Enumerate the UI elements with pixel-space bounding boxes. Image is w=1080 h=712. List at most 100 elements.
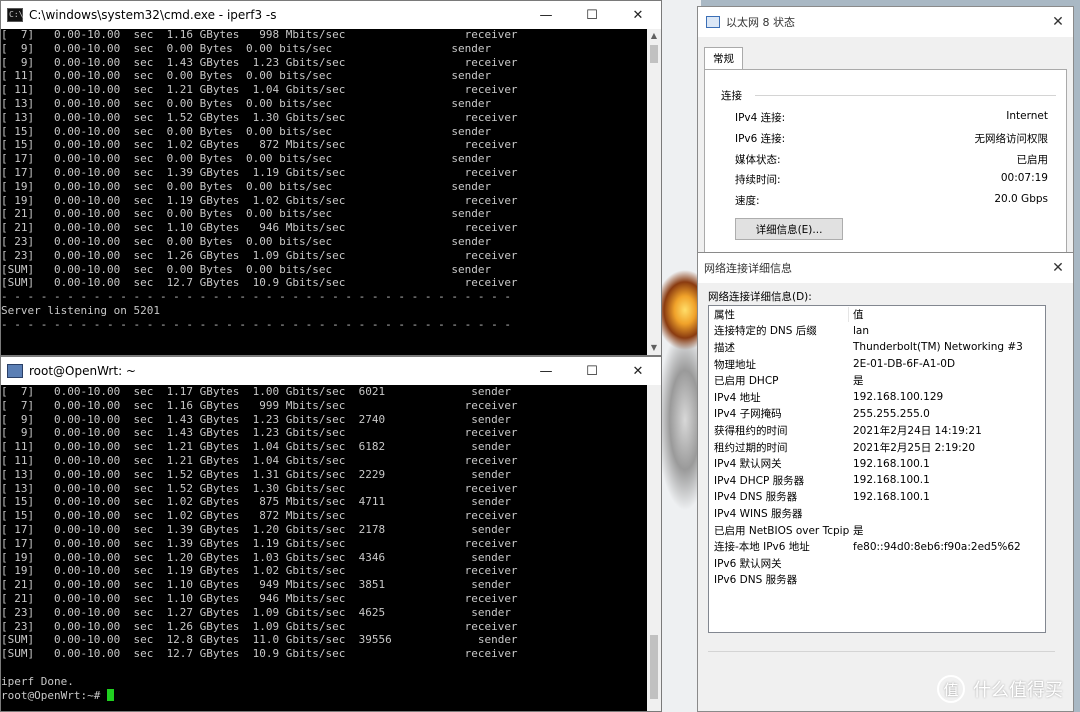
details-row[interactable]: 连接特定的 DNS 后缀 lan: [709, 323, 1045, 340]
putty-icon: [7, 364, 23, 378]
details-row-property: IPv4 默认网关: [714, 458, 782, 471]
scrollbar-thumb[interactable]: [650, 635, 658, 699]
details-caption: 网络连接详细信息(D):: [708, 291, 812, 303]
details-row-property: 连接-本地 IPv6 地址: [714, 541, 810, 554]
connection-group-label: 连接: [721, 90, 742, 102]
tab-general[interactable]: 常规: [704, 47, 743, 69]
watermark-text: 什么值得买: [973, 680, 1063, 701]
scroll-up-arrow-icon[interactable]: ▲: [647, 29, 661, 43]
details-row[interactable]: 已启用 DHCP 是: [709, 372, 1045, 389]
status-tabs: 常规: [704, 47, 743, 69]
console-line: [ 9] 0.00-10.00 sec 1.43 GBytes 1.23 Gbi…: [1, 412, 511, 426]
status-row: 持续时间: 00:07:19: [735, 172, 1048, 188]
status-row-label: 持续时间:: [735, 174, 781, 186]
network-icon: [706, 16, 720, 28]
scrollbar-thumb[interactable]: [650, 45, 658, 63]
details-row[interactable]: 连接-本地 IPv6 地址 fe80::94d0:8eb6:f90a:2ed5%6…: [709, 538, 1045, 555]
details-bottom-divider: [708, 651, 1055, 652]
details-row-property: IPv4 子网掩码: [714, 408, 782, 421]
close-button[interactable]: ✕: [1043, 14, 1073, 30]
details-row[interactable]: IPv4 默认网关 192.168.100.1: [709, 455, 1045, 472]
minimize-button[interactable]: —: [523, 1, 569, 29]
putty-scrollbar[interactable]: [647, 385, 661, 711]
status-row: IPv6 连接: 无网络访问权限: [735, 131, 1048, 147]
maximize-button[interactable]: ☐: [569, 357, 615, 385]
details-row[interactable]: IPv4 子网掩码 255.255.255.0: [709, 406, 1045, 423]
scroll-down-arrow-icon[interactable]: ▼: [647, 341, 661, 355]
putty-window-title: root@OpenWrt: ~: [29, 364, 136, 378]
console-line: [ 11] 0.00-10.00 sec 1.21 GBytes 1.04 Gb…: [1, 83, 518, 97]
console-line: [ 15] 0.00-10.00 sec 1.02 GBytes 875 Mbi…: [1, 495, 511, 509]
details-row[interactable]: IPv4 地址 192.168.100.129: [709, 389, 1045, 406]
console-line: [ 21] 0.00-10.00 sec 1.10 GBytes 949 Mbi…: [1, 578, 511, 592]
cmd-window[interactable]: C:\ C:\windows\system32\cmd.exe - iperf3…: [0, 0, 662, 356]
close-button[interactable]: ✕: [615, 357, 661, 385]
console-line: [ 19] 0.00-10.00 sec 1.19 GBytes 1.02 Gb…: [1, 193, 518, 207]
status-row: 媒体状态: 已启用: [735, 152, 1048, 168]
console-line: [ 11] 0.00-10.00 sec 1.21 GBytes 1.04 Gb…: [1, 453, 518, 467]
details-row[interactable]: 描述 Thunderbolt(TM) Networking #3: [709, 339, 1045, 356]
details-row-property: IPv6 默认网关: [714, 557, 782, 570]
details-button[interactable]: 详细信息(E)...: [735, 218, 843, 240]
details-row[interactable]: IPv6 默认网关: [709, 555, 1045, 572]
details-row-value: 192.168.100.1: [853, 490, 930, 503]
details-row[interactable]: 已启用 NetBIOS over Tcpip 是: [709, 522, 1045, 539]
details-row[interactable]: IPv4 DHCP 服务器 192.168.100.1: [709, 472, 1045, 489]
console-line: [ 7] 0.00-10.00 sec 1.16 GBytes 998 Mbit…: [1, 28, 518, 41]
network-details-dialog[interactable]: 网络连接详细信息 ✕ 网络连接详细信息(D): 属性 值 连接特定的 DNS 后…: [697, 252, 1074, 712]
status-dialog-titlebar[interactable]: 以太网 8 状态 ✕: [698, 7, 1073, 37]
details-dialog-title: 网络连接详细信息: [704, 262, 792, 275]
details-row[interactable]: 租约过期的时间 2021年2月25日 2:19:20: [709, 439, 1045, 456]
ethernet-status-dialog[interactable]: 以太网 8 状态 ✕ 常规 连接 IPv4 连接: Internet IPv6 …: [697, 6, 1074, 260]
console-line: [ 21] 0.00-10.00 sec 1.10 GBytes 946 Mbi…: [1, 591, 518, 605]
details-row-value: 2021年2月24日 14:19:21: [853, 424, 982, 437]
column-header-value[interactable]: 值: [849, 307, 1045, 322]
details-row[interactable]: IPv6 DNS 服务器: [709, 572, 1045, 589]
console-line: [ 11] 0.00-10.00 sec 1.21 GBytes 1.04 Gb…: [1, 440, 511, 454]
details-row-value: 192.168.100.129: [853, 391, 944, 404]
console-line: [ 13] 0.00-10.00 sec 1.52 GBytes 1.30 Gb…: [1, 110, 518, 124]
console-line: [SUM] 0.00-10.00 sec 12.7 GBytes 10.9 Gb…: [1, 647, 518, 661]
details-row[interactable]: 获得租约的时间 2021年2月24日 14:19:21: [709, 422, 1045, 439]
maximize-button[interactable]: ☐: [569, 1, 615, 29]
console-line: [ 11] 0.00-10.00 sec 0.00 Bytes 0.00 bit…: [1, 69, 492, 83]
details-row[interactable]: IPv4 WINS 服务器: [709, 505, 1045, 522]
details-row[interactable]: 物理地址 2E-01-DB-6F-A1-0D: [709, 356, 1045, 373]
console-line: [ 15] 0.00-10.00 sec 0.00 Bytes 0.00 bit…: [1, 124, 492, 138]
cmd-titlebar[interactable]: C:\ C:\windows\system32\cmd.exe - iperf3…: [1, 1, 661, 29]
cmd-console-output[interactable]: [ 7] 0.00-10.00 sec 1.16 GBytes 998 Mbit…: [1, 28, 647, 355]
console-line: [ 7] 0.00-10.00 sec 1.17 GBytes 1.00 Gbi…: [1, 385, 511, 398]
console-line: [ 9] 0.00-10.00 sec 1.43 GBytes 1.23 Gbi…: [1, 426, 518, 440]
console-line: [ 9] 0.00-10.00 sec 0.00 Bytes 0.00 bits…: [1, 41, 492, 55]
console-line: [ 15] 0.00-10.00 sec 1.02 GBytes 872 Mbi…: [1, 509, 518, 523]
details-row-value: 2E-01-DB-6F-A1-0D: [853, 358, 956, 371]
close-button[interactable]: ✕: [1043, 260, 1073, 276]
console-line: [ 23] 0.00-10.00 sec 1.27 GBytes 1.09 Gb…: [1, 605, 511, 619]
details-row-property: 连接特定的 DNS 后缀: [714, 325, 817, 338]
putty-console-output[interactable]: [ 7] 0.00-10.00 sec 1.17 GBytes 1.00 Gbi…: [1, 385, 647, 711]
putty-window[interactable]: root@OpenWrt: ~ — ☐ ✕ [ 7] 0.00-10.00 se…: [0, 356, 662, 712]
details-row-value: 是: [853, 375, 864, 388]
details-dialog-titlebar[interactable]: 网络连接详细信息 ✕: [698, 253, 1073, 283]
text-cursor: [106, 688, 114, 701]
details-row-value: 是: [853, 524, 864, 537]
console-line: [SUM] 0.00-10.00 sec 0.00 Bytes 0.00 bit…: [1, 262, 492, 276]
details-row-value: 255.255.255.0: [853, 407, 930, 420]
status-row-value: 无网络访问权限: [974, 133, 1049, 145]
status-row-value: 00:07:19: [1000, 172, 1048, 184]
group-divider: [755, 95, 1056, 96]
minimize-button[interactable]: —: [523, 357, 569, 385]
console-line: [SUM] 0.00-10.00 sec 12.7 GBytes 10.9 Gb…: [1, 276, 518, 290]
cmd-scrollbar[interactable]: ▲ ▼: [647, 29, 661, 355]
column-header-property[interactable]: 属性: [709, 306, 849, 322]
status-row-value: 已启用: [1016, 154, 1049, 166]
details-list[interactable]: 属性 值 连接特定的 DNS 后缀 lan 描述 Thunderbolt(TM) Ne…: [708, 305, 1046, 633]
console-line: [ 17] 0.00-10.00 sec 1.39 GBytes 1.19 Gb…: [1, 536, 518, 550]
details-row-value: 2021年2月25日 2:19:20: [853, 441, 976, 454]
console-line: [ 17] 0.00-10.00 sec 0.00 Bytes 0.00 bit…: [1, 152, 492, 166]
putty-titlebar[interactable]: root@OpenWrt: ~ — ☐ ✕: [1, 357, 661, 385]
details-row[interactable]: IPv4 DNS 服务器 192.168.100.1: [709, 489, 1045, 506]
console-prompt-line[interactable]: root@OpenWrt:~#: [1, 688, 647, 703]
close-button[interactable]: ✕: [615, 1, 661, 29]
